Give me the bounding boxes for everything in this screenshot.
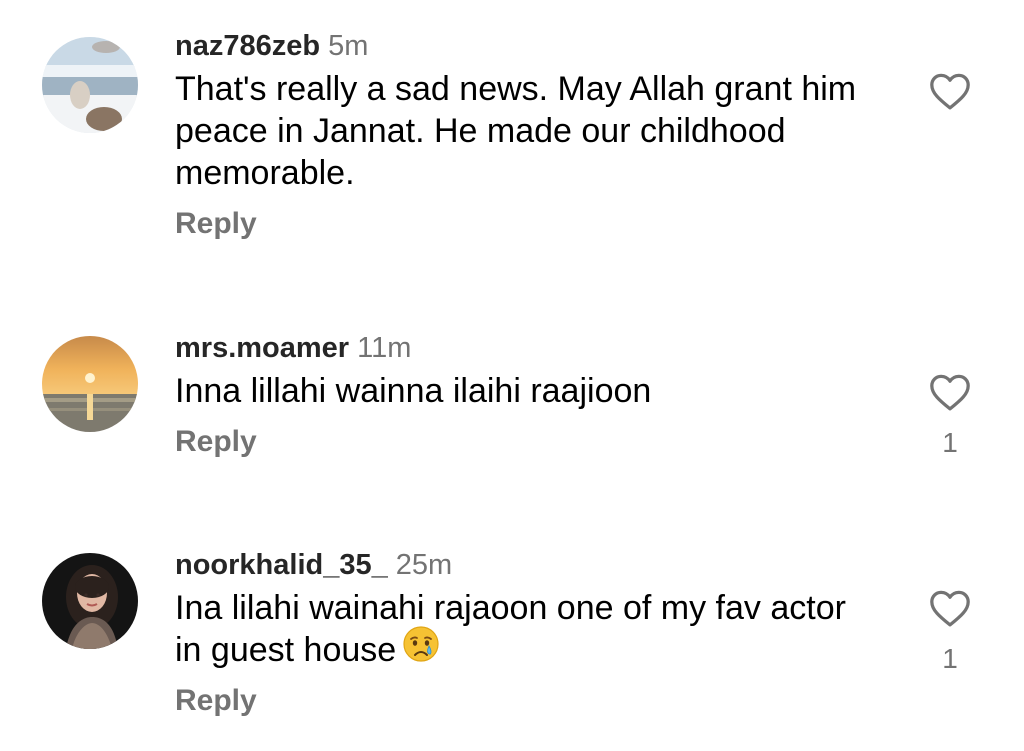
comment-text: Ina lilahi wainahi rajaoon one of my fav… xyxy=(175,587,865,673)
comment-meta: mrs.moamer 11m xyxy=(175,330,895,366)
comment-text: That's really a sad news. May Allah gran… xyxy=(175,70,857,192)
heart-outline-icon xyxy=(930,590,970,627)
username[interactable]: mrs.moamer xyxy=(175,332,349,364)
like-button[interactable]: 1 xyxy=(925,372,975,458)
comment-text-content: Ina lilahi wainahi rajaoon one of my fav… xyxy=(175,589,846,669)
username[interactable]: naz786zeb xyxy=(175,30,320,62)
comment-meta: noorkhalid_35_ 25m xyxy=(175,547,895,583)
heart-outline-icon xyxy=(930,73,970,110)
like-button[interactable] xyxy=(925,71,975,127)
timestamp: 5m xyxy=(328,30,369,62)
timestamp: 25m xyxy=(395,549,453,581)
username[interactable]: noorkhalid_35_ xyxy=(175,549,388,581)
comment-text: Inna lillahi wainna ilaihi raajioon xyxy=(175,372,652,410)
timestamp: 11m xyxy=(357,332,412,364)
avatar[interactable] xyxy=(42,336,138,432)
reply-button[interactable]: Reply xyxy=(175,683,895,719)
like-button[interactable]: 1 xyxy=(925,588,975,674)
reply-button[interactable]: Reply xyxy=(175,206,895,242)
heart-outline-icon xyxy=(930,374,970,411)
reply-button[interactable]: Reply xyxy=(175,424,895,460)
like-count: 1 xyxy=(942,643,958,674)
avatar[interactable] xyxy=(42,553,138,649)
crying-face-emoji xyxy=(402,625,440,673)
like-count: 1 xyxy=(942,427,958,458)
comment-meta: naz786zeb 5m xyxy=(175,28,895,64)
avatar[interactable] xyxy=(42,37,138,133)
